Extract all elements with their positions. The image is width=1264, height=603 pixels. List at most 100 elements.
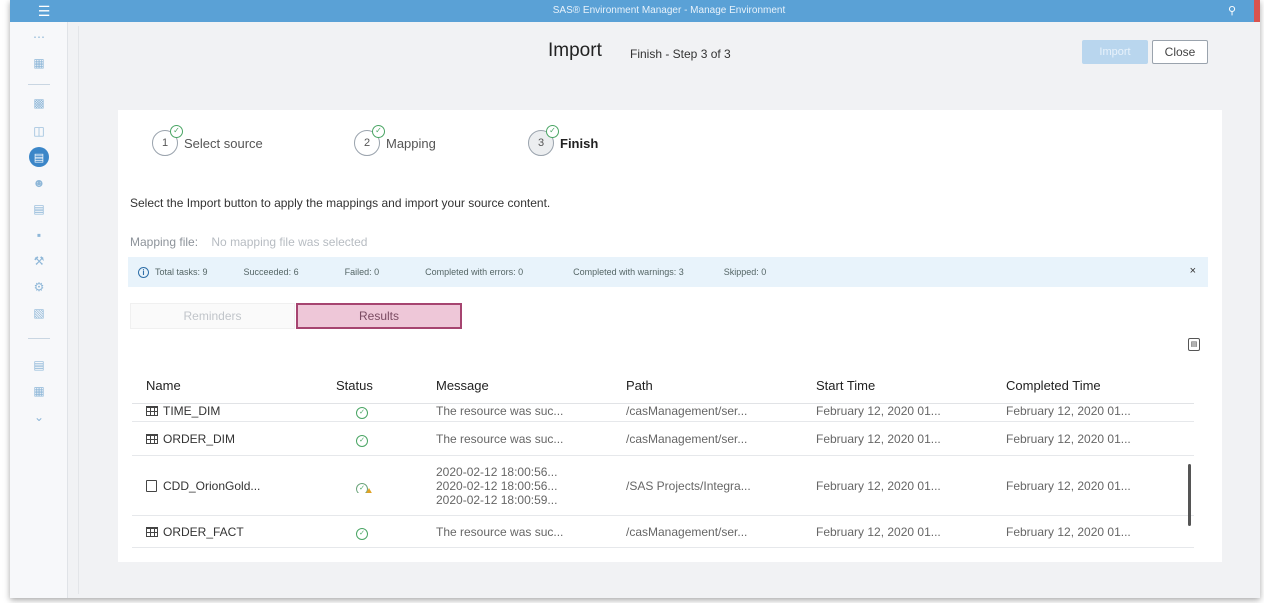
mapping-file: Mapping file: No mapping file was select… [130, 235, 367, 249]
table-icon [146, 433, 158, 444]
app-header: ☰ SAS® Environment Manager - Manage Envi… [10, 0, 1260, 22]
info-icon: i [138, 266, 149, 278]
step-finish[interactable]: 3 ✓ Finish [528, 125, 599, 158]
checkmark-icon: ✓ [546, 125, 559, 138]
step-select-source[interactable]: 1 ✓ Select source [152, 125, 263, 158]
server-icon[interactable]: ◫ [10, 120, 68, 142]
path-cell: /casManagement/ser... [626, 404, 748, 418]
checkmark-icon: ✓ [372, 125, 385, 138]
hamburger-icon[interactable]: ☰ [10, 0, 78, 22]
step-label: Mapping [386, 135, 436, 151]
table-row[interactable]: ORDER_DIM ✓ The resource was suc... /cas… [132, 422, 1194, 456]
column-header-message[interactable]: Message [422, 378, 612, 393]
table-icon[interactable]: ▩ [10, 92, 68, 114]
start-time-cell: February 12, 2020 01... [816, 478, 941, 493]
status-cell: ✓ [322, 404, 422, 419]
summary-banner: i Total tasks: 9 Succeeded: 6 Failed: 0 … [128, 257, 1208, 287]
table-row[interactable]: CDD_OrionGold... ✓ 2020-02-12 18:00:56..… [132, 456, 1194, 516]
jobs-icon[interactable]: ⚙ [10, 276, 68, 298]
expand-icon[interactable]: ⌄ [10, 406, 68, 428]
name-cell: ORDER_DIM [132, 432, 322, 446]
column-header-completed-time[interactable]: Completed Time [992, 378, 1182, 393]
checkmark-icon: ✓ [170, 125, 183, 138]
dialog-title: Import [548, 40, 602, 61]
failed-count: Failed: 0 [344, 267, 380, 277]
start-time-cell: February 12, 2020 01... [816, 524, 941, 539]
row-name: CDD_OrionGold... [163, 478, 261, 493]
mapping-file-value: No mapping file was selected [211, 235, 368, 249]
warning-triangle-icon [365, 487, 373, 493]
completed-time-cell: February 12, 2020 01... [1006, 431, 1131, 446]
completed-time-cell: February 12, 2020 01... [1006, 478, 1131, 493]
file-icon [146, 479, 157, 492]
skipped-count: Skipped: 0 [723, 267, 767, 277]
close-icon[interactable]: × [1190, 265, 1196, 277]
step-label: Finish [560, 135, 599, 151]
total-tasks: Total tasks: 9 [155, 267, 208, 277]
step-mapping[interactable]: 2 ✓ Mapping [354, 125, 436, 158]
table-row[interactable]: ORDER_FACT ✓ The resource was suc... /ca… [132, 516, 1194, 548]
notification-tab[interactable] [1254, 0, 1260, 22]
row-name: ORDER_FACT [163, 524, 244, 539]
table-row[interactable]: TIME_DIM ✓ The resource was suc... /casM… [132, 404, 1194, 422]
grid-icon[interactable]: ▦ [10, 52, 68, 74]
errors-count: Completed with errors: 0 [425, 267, 524, 277]
message-line: 2020-02-12 18:00:56... [436, 478, 558, 493]
tab-reminders[interactable]: Reminders [130, 303, 295, 329]
environment-icon[interactable]: ▦ [10, 380, 68, 402]
tools-icon[interactable]: ⚒ [10, 250, 68, 272]
start-time-cell: February 12, 2020 01... [816, 404, 941, 418]
message-cell: The resource was suc... [436, 404, 564, 418]
name-cell: CDD_OrionGold... [132, 479, 322, 493]
step-number-text: 1 [161, 137, 169, 149]
tab-results[interactable]: Results [296, 303, 462, 329]
instruction-text: Select the Import button to apply the ma… [130, 196, 551, 210]
row-name: TIME_DIM [163, 404, 221, 418]
success-icon: ✓ [356, 434, 368, 447]
security-icon[interactable]: ▪ [10, 224, 68, 246]
dashboard-icon[interactable]: ⋯ [10, 26, 68, 48]
sidebar: ⋯ ▦ ▩ ◫ ▤ ☻ ▤ ▪ ⚒ ⚙ ▧ ▤ ▦ ⌄ [10, 22, 68, 598]
import-button[interactable]: Import [1082, 40, 1148, 64]
warnings-count: Completed with warnings: 3 [573, 267, 684, 277]
sidebar-item-content[interactable]: ▤ [10, 146, 68, 168]
search-icon[interactable]: ⚲ [1228, 0, 1236, 22]
succeeded-count: Succeeded: 6 [243, 267, 299, 277]
success-icon: ✓ [356, 527, 368, 540]
rules-icon[interactable]: ▧ [10, 302, 68, 324]
report-icon[interactable]: ▤ [10, 198, 68, 220]
name-cell: TIME_DIM [132, 404, 322, 418]
status-cell: ✓ [322, 479, 422, 493]
export-icon[interactable]: ▤ [1188, 338, 1200, 351]
completed-time-cell: February 12, 2020 01... [1006, 404, 1131, 418]
name-cell: ORDER_FACT [132, 525, 322, 539]
column-header-path[interactable]: Path [612, 378, 802, 393]
message-line: 2020-02-12 18:00:59... [436, 492, 558, 507]
step-number-text: 3 [537, 137, 545, 149]
status-cell: ✓ [322, 524, 422, 540]
table-scrollbar[interactable] [1188, 464, 1191, 526]
path-cell: /casManagement/ser... [626, 431, 748, 446]
completed-time-cell: February 12, 2020 01... [1006, 524, 1131, 539]
status-cell: ✓ [322, 431, 422, 447]
column-header-start-time[interactable]: Start Time [802, 378, 992, 393]
message-line: 2020-02-12 18:00:56... [436, 464, 558, 479]
table-icon [146, 405, 158, 416]
wizard-panel: 1 ✓ Select source 2 ✓ Mapping 3 ✓ Finish… [118, 110, 1222, 562]
close-button[interactable]: Close [1152, 40, 1208, 64]
mapping-file-label: Mapping file: [130, 235, 199, 249]
warning-icon: ✓ [356, 479, 373, 493]
step-number: 2 ✓ [354, 125, 385, 156]
row-name: ORDER_DIM [163, 431, 236, 446]
step-number: 3 ✓ [528, 125, 559, 156]
dialog-step-text: Finish - Step 3 of 3 [630, 47, 731, 61]
message-cell: 2020-02-12 18:00:56... 2020-02-12 18:00:… [422, 465, 612, 507]
table-header: Name Status Message Path Start Time Comp… [132, 368, 1194, 404]
column-header-name[interactable]: Name [132, 378, 322, 393]
users-icon[interactable]: ☻ [10, 172, 68, 194]
app-title: SAS® Environment Manager - Manage Enviro… [552, 5, 786, 16]
document-icon[interactable]: ▤ [10, 354, 68, 376]
path-cell: /SAS Projects/Integra... [626, 478, 751, 493]
column-header-status[interactable]: Status [322, 378, 422, 393]
success-icon: ✓ [356, 406, 368, 419]
